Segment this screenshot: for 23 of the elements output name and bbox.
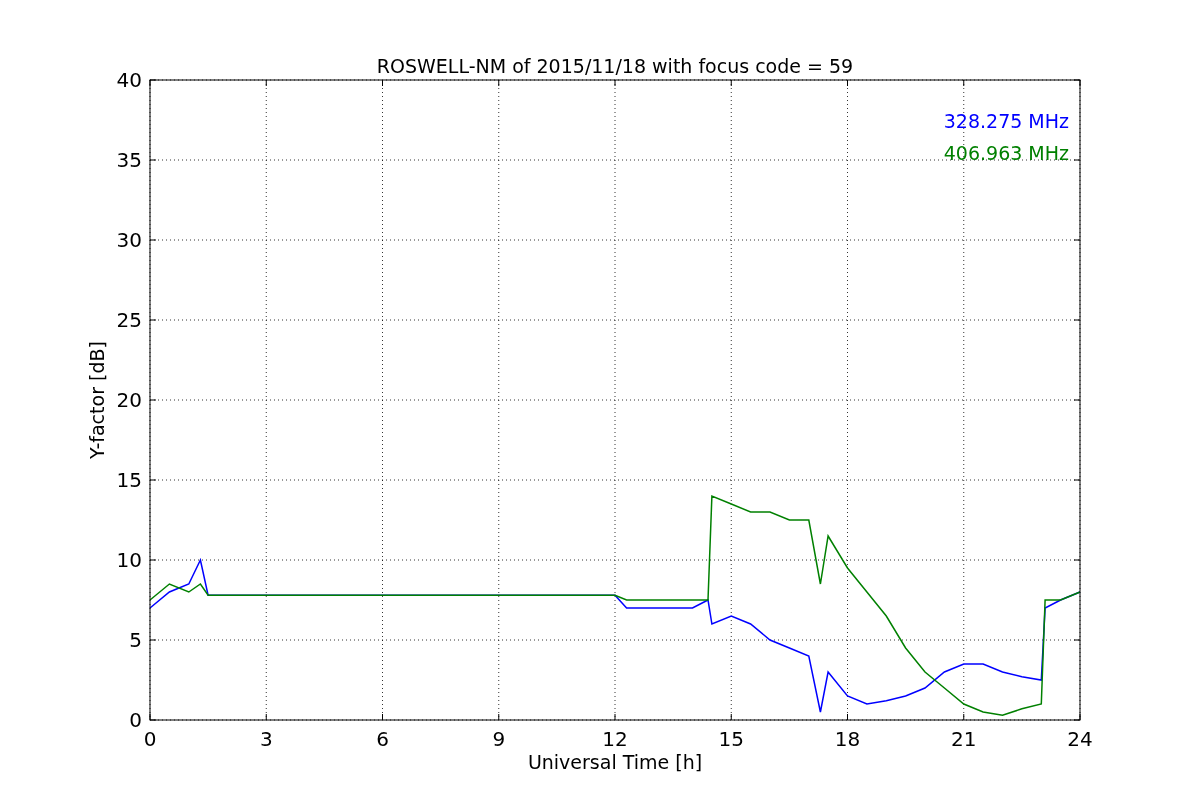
tick-label: 35	[116, 148, 142, 172]
tick-label: 5	[129, 628, 142, 652]
tick-label: 12	[602, 727, 628, 751]
tick-label: 0	[143, 727, 157, 751]
tick-label: 18	[834, 727, 861, 751]
x-axis-label: Universal Time [h]	[527, 751, 703, 773]
tick-label: 3	[259, 727, 273, 751]
tick-label: 24	[1067, 727, 1093, 751]
tick-label: 0	[129, 708, 142, 732]
tick-label: 30	[116, 228, 142, 252]
y-axis-label: Y-factor [dB]	[86, 341, 108, 459]
tick-label: 9	[492, 727, 506, 751]
chart-title: ROSWELL-NM of 2015/11/18 with focus code = 59	[376, 55, 854, 77]
tick-label: 10	[116, 548, 142, 572]
tick-label: 20	[116, 388, 142, 412]
tick-label: 25	[116, 308, 142, 332]
tick-label: 40	[116, 68, 142, 92]
tick-label: 6	[376, 727, 389, 751]
legend-label: 406.963 MHz	[943, 142, 1069, 164]
legend-label: 328.275 MHz	[943, 110, 1069, 132]
tick-label: 21	[951, 727, 977, 751]
tick-label: 15	[718, 727, 744, 751]
tick-label: 15	[116, 468, 142, 492]
